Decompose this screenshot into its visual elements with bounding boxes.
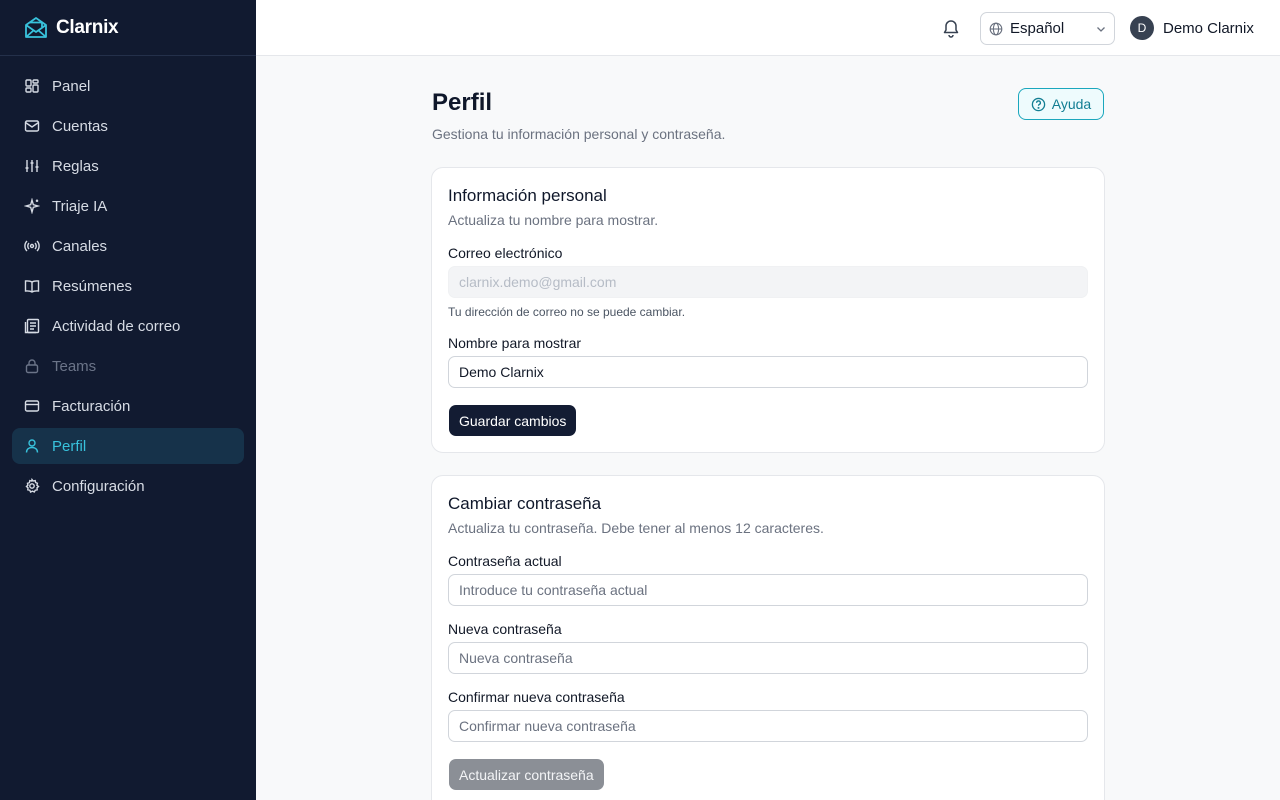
page-subtitle: Gestiona tu información personal y contr… <box>432 126 726 142</box>
sidebar: Clarnix Panel Cuentas Reglas Triaje IA C… <box>0 0 256 800</box>
credit-card-icon <box>24 398 40 414</box>
new-password-label: Nueva contraseña <box>448 621 562 637</box>
sidebar-item-cuentas[interactable]: Cuentas <box>12 108 244 144</box>
mail-activity-icon <box>24 318 40 334</box>
sidebar-nav: Panel Cuentas Reglas Triaje IA Canales R… <box>0 56 256 504</box>
mail-icon <box>24 118 40 134</box>
radio-icon <box>24 238 40 254</box>
email-field <box>448 266 1088 298</box>
lock-icon <box>24 358 40 374</box>
sidebar-item-label: Triaje IA <box>52 197 108 215</box>
user-name: Demo Clarnix <box>1163 19 1254 37</box>
bell-icon[interactable] <box>941 18 961 38</box>
language-select[interactable]: Español <box>980 12 1115 45</box>
email-hint: Tu dirección de correo no se puede cambi… <box>448 305 686 319</box>
help-label: Ayuda <box>1051 96 1092 112</box>
sidebar-item-canales[interactable]: Canales <box>12 228 244 264</box>
update-password-button[interactable]: Actualizar contraseña <box>449 759 604 790</box>
current-password-field[interactable] <box>448 574 1088 606</box>
gear-icon <box>24 478 40 494</box>
sidebar-item-resumenes[interactable]: Resúmenes <box>12 268 244 304</box>
sidebar-item-panel[interactable]: Panel <box>12 68 244 104</box>
dashboard-icon <box>24 78 40 94</box>
page-title: Perfil <box>432 89 493 116</box>
sidebar-item-label: Panel <box>52 77 91 95</box>
personal-info-title: Información personal <box>448 186 607 205</box>
sidebar-item-triaje-ia[interactable]: Triaje IA <box>12 188 244 224</box>
sliders-icon <box>24 158 40 174</box>
sidebar-item-label: Canales <box>52 237 108 255</box>
personal-info-card: Información personal Actualiza tu nombre… <box>431 167 1105 453</box>
sidebar-item-label: Teams <box>52 357 97 375</box>
confirm-password-label: Confirmar nueva contraseña <box>448 689 625 705</box>
sidebar-item-label: Facturación <box>52 397 131 415</box>
user-icon <box>24 438 40 454</box>
sidebar-item-teams: Teams <box>12 348 244 384</box>
sidebar-item-reglas[interactable]: Reglas <box>12 148 244 184</box>
confirm-password-field[interactable] <box>448 710 1088 742</box>
sparkles-icon <box>24 198 40 214</box>
sidebar-item-perfil[interactable]: Perfil <box>12 428 244 464</box>
app-name: Clarnix <box>56 16 119 38</box>
sidebar-item-configuracion[interactable]: Configuración <box>12 468 244 504</box>
display-name-field[interactable] <box>448 356 1088 388</box>
sidebar-item-label: Cuentas <box>52 117 108 135</box>
envelope-logo-icon <box>25 16 47 38</box>
save-changes-button[interactable]: Guardar cambios <box>449 405 577 436</box>
change-password-title: Cambiar contraseña <box>448 494 602 513</box>
change-password-card: Cambiar contraseña Actualiza tu contrase… <box>431 475 1105 800</box>
sidebar-item-label: Actividad de correo <box>52 317 181 335</box>
sidebar-item-label: Reglas <box>52 157 99 175</box>
user-menu[interactable]: D Demo Clarnix <box>1130 16 1254 40</box>
avatar: D <box>1130 16 1154 40</box>
chevron-down-icon <box>1097 27 1105 32</box>
new-password-field[interactable] <box>448 642 1088 674</box>
brand[interactable]: Clarnix <box>0 0 256 56</box>
display-name-label: Nombre para mostrar <box>448 335 582 351</box>
book-open-icon <box>24 278 40 294</box>
globe-icon <box>989 22 1003 35</box>
email-label: Correo electrónico <box>448 245 563 261</box>
personal-info-description: Actualiza tu nombre para mostrar. <box>448 212 659 228</box>
help-button[interactable]: Ayuda <box>1018 88 1104 120</box>
sidebar-item-label: Resúmenes <box>52 277 133 295</box>
sidebar-item-label: Perfil <box>52 437 87 455</box>
sidebar-item-facturacion[interactable]: Facturación <box>12 388 244 424</box>
topbar: Español D Demo Clarnix <box>256 0 1280 56</box>
help-circle-icon <box>1031 97 1046 111</box>
current-password-label: Contraseña actual <box>448 553 562 569</box>
change-password-description: Actualiza tu contraseña. Debe tener al m… <box>448 520 824 536</box>
language-value: Español <box>1010 20 1065 37</box>
sidebar-item-actividad-de-correo[interactable]: Actividad de correo <box>12 308 244 344</box>
sidebar-item-label: Configuración <box>52 477 145 495</box>
